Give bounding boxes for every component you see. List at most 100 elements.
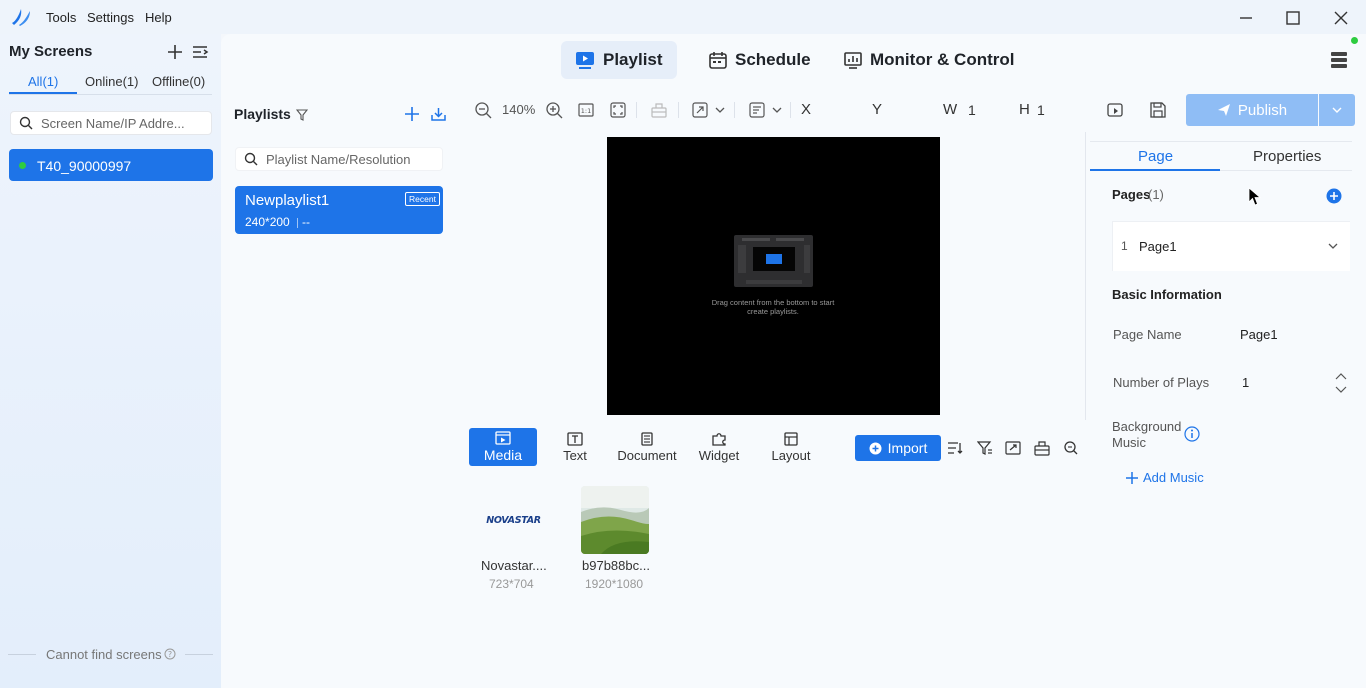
w-label: W xyxy=(943,101,958,118)
mouse-cursor-icon xyxy=(1248,187,1262,207)
tab-playlist-label: Playlist xyxy=(603,50,663,69)
canvas-illustration xyxy=(734,235,813,287)
add-circle-icon xyxy=(869,442,882,454)
tab-layout[interactable]: Layout xyxy=(757,428,825,466)
filter-online[interactable]: Online(1) xyxy=(85,74,138,89)
playlist-search-input[interactable]: Playlist Name/Resolution xyxy=(235,147,443,171)
media-thumbnail-novastar[interactable]: NOVASTAR xyxy=(479,486,548,554)
import-button[interactable]: Import xyxy=(855,435,941,461)
tab-media-label: Media xyxy=(483,447,523,463)
publish-label: Publish xyxy=(1237,101,1288,119)
novastar-logo: NOVASTAR xyxy=(486,514,541,526)
resize-icon[interactable] xyxy=(691,101,709,119)
add-page-icon[interactable] xyxy=(1326,188,1342,204)
add-music-button[interactable]: Add Music xyxy=(1143,470,1204,485)
fit-screen-icon[interactable] xyxy=(609,101,627,119)
tab-media[interactable]: Media xyxy=(469,428,537,466)
tab-schedule-label: Schedule xyxy=(735,50,811,69)
zoom-out-icon[interactable] xyxy=(474,101,492,119)
preview-icon[interactable] xyxy=(1106,101,1124,119)
align-icon[interactable] xyxy=(748,101,766,119)
menu-tools[interactable]: Tools xyxy=(46,10,76,25)
clear-icon xyxy=(650,101,668,119)
add-icon[interactable] xyxy=(1125,471,1139,485)
tab-monitor-control[interactable]: Monitor & Control xyxy=(830,41,1028,79)
landscape-image xyxy=(581,486,649,554)
x-label: X xyxy=(801,101,812,118)
search-icon[interactable] xyxy=(1063,440,1079,456)
screen-search-input[interactable]: Screen Name/IP Addre... xyxy=(10,111,212,135)
divider xyxy=(678,102,679,118)
filter-icon[interactable] xyxy=(977,440,993,456)
media-name: b97b88bc... xyxy=(582,558,650,573)
maximize-icon[interactable] xyxy=(1283,8,1303,28)
screen-search-placeholder: Screen Name/IP Addre... xyxy=(41,115,185,131)
filter-offline[interactable]: Offline(0) xyxy=(152,74,205,89)
publish-button[interactable]: Publish xyxy=(1186,94,1318,126)
tab-playlist[interactable]: Playlist xyxy=(561,41,677,79)
sort-icon[interactable] xyxy=(947,440,963,456)
media-size: 1920*1080 xyxy=(585,577,644,591)
tab-document-label: Document xyxy=(617,447,677,463)
publish-dropdown-button[interactable] xyxy=(1319,94,1355,126)
puzzle-icon xyxy=(712,432,726,446)
info-icon[interactable] xyxy=(1184,426,1200,442)
layout-icon xyxy=(784,431,798,446)
zoom-in-icon[interactable] xyxy=(545,101,563,119)
page-name-input[interactable]: Page1 xyxy=(1240,327,1278,342)
w-value[interactable]: 1 xyxy=(968,102,976,118)
page-name-label: Page Name xyxy=(1113,327,1182,342)
h-value[interactable]: 1 xyxy=(1037,102,1045,118)
menu-help[interactable]: Help xyxy=(145,10,172,25)
chevron-down-icon[interactable] xyxy=(714,104,726,116)
svg-text:1:1: 1:1 xyxy=(581,107,591,115)
add-playlist-icon[interactable] xyxy=(404,106,420,122)
add-screen-icon[interactable] xyxy=(166,43,184,61)
divider xyxy=(636,102,637,118)
filter-icon[interactable] xyxy=(296,109,308,121)
tab-page[interactable]: Page xyxy=(1138,148,1173,165)
playlist-item-resolution: 240*200 xyxy=(245,215,290,229)
stepper-icon[interactable] xyxy=(1334,372,1348,394)
import-label: Import xyxy=(887,440,928,456)
help-icon[interactable]: ? xyxy=(164,648,176,660)
app-logo-icon xyxy=(10,7,32,27)
tab-document[interactable]: Document xyxy=(611,428,683,466)
divider xyxy=(185,654,213,655)
search-icon xyxy=(19,116,33,130)
search-icon xyxy=(244,152,258,166)
divider xyxy=(1220,170,1352,171)
calendar-icon xyxy=(709,52,727,69)
divider xyxy=(8,654,36,655)
plays-input[interactable]: 1 xyxy=(1242,375,1249,390)
save-icon[interactable] xyxy=(1149,101,1167,119)
clear-icon[interactable] xyxy=(1034,440,1050,456)
chevron-down-icon[interactable] xyxy=(1327,240,1339,252)
title-bar xyxy=(0,0,1366,34)
tab-schedule[interactable]: Schedule xyxy=(695,41,825,79)
tab-active-indicator xyxy=(1090,169,1220,171)
minimize-icon[interactable] xyxy=(1236,8,1256,28)
pages-label: Pages xyxy=(1112,187,1151,202)
tab-monitor-label: Monitor & Control xyxy=(870,50,1015,69)
chevron-down-icon[interactable] xyxy=(771,104,783,116)
close-icon[interactable] xyxy=(1331,8,1351,28)
screen-item-name: T40_90000997 xyxy=(37,158,132,174)
actual-size-icon[interactable]: 1:1 xyxy=(577,101,595,119)
expand-icon[interactable] xyxy=(1005,440,1021,456)
filter-all[interactable]: All(1) xyxy=(28,74,58,89)
import-playlist-icon[interactable] xyxy=(431,107,446,122)
tab-widget[interactable]: Widget xyxy=(685,428,753,466)
media-icon xyxy=(495,431,511,445)
server-list-icon[interactable] xyxy=(1330,50,1348,70)
monitor-icon xyxy=(844,52,862,69)
playlist-item-name: Newplaylist1 xyxy=(245,192,330,209)
media-thumbnail-landscape[interactable] xyxy=(581,486,649,554)
menu-settings[interactable]: Settings xyxy=(87,10,134,25)
cannot-find-screens-link[interactable]: Cannot find screens xyxy=(46,647,162,662)
tab-properties[interactable]: Properties xyxy=(1253,148,1321,165)
playlist-icon xyxy=(576,52,594,69)
tab-text[interactable]: Text xyxy=(541,428,609,466)
media-size: 723*704 xyxy=(489,577,534,591)
list-settings-icon[interactable] xyxy=(191,43,209,61)
